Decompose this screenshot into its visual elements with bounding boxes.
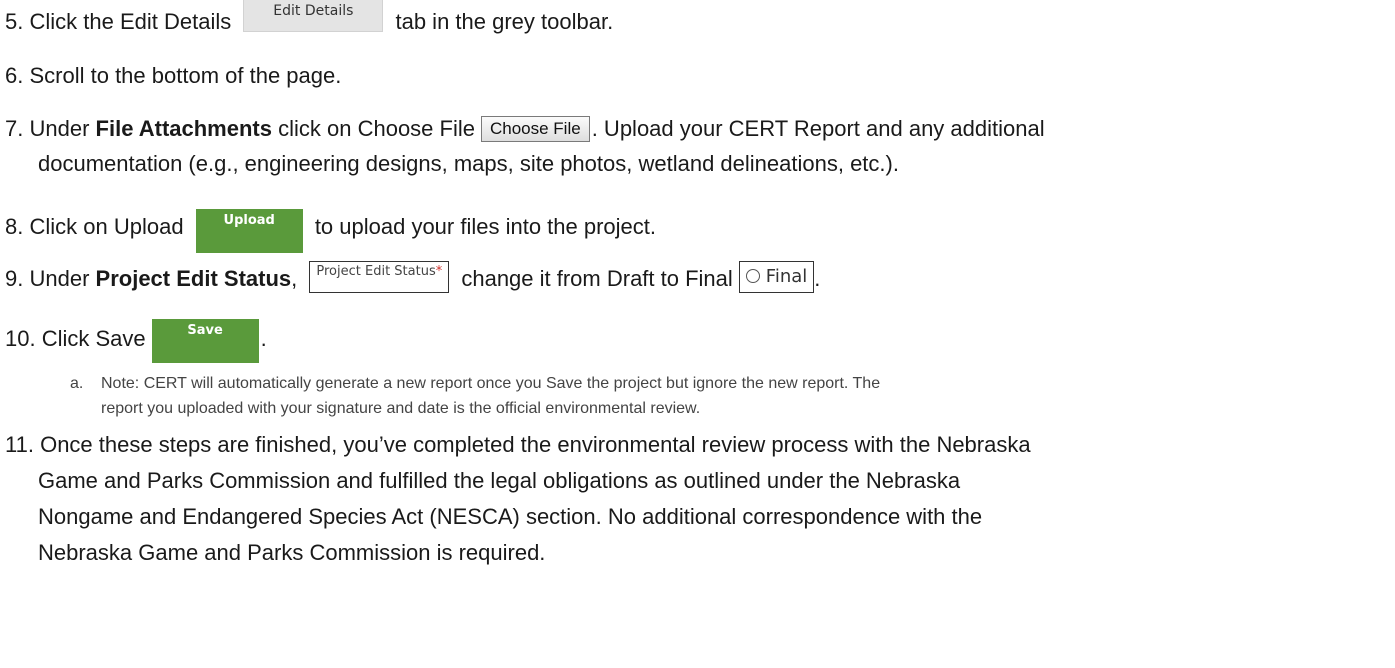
field-label: Project Edit Status: [316, 264, 436, 279]
step-text: Once these steps are finished, you’ve co…: [40, 432, 1031, 457]
step-text: Under: [29, 116, 90, 141]
step-6: 6. Scroll to the bottom of the page.: [5, 62, 341, 90]
step-text: Scroll to the bottom of the page.: [29, 63, 342, 88]
step-7: 7. Under File Attachments click on Choos…: [5, 115, 1045, 144]
step-text: to upload your files into the project.: [314, 214, 657, 239]
period: .: [814, 266, 821, 291]
step-11-line-2: Game and Parks Commission and fulfilled …: [38, 468, 961, 493]
note-marker: a.: [70, 375, 84, 392]
step-number: 11.: [5, 432, 34, 457]
step-text: tab in the grey toolbar.: [395, 9, 614, 34]
step-text: Under: [29, 266, 90, 291]
choose-file-button-image: Choose File: [480, 116, 590, 142]
step-text: change it from Draft to Final: [461, 266, 733, 291]
step-10: 10. Click Save Save.: [5, 319, 267, 375]
step-11-line-3: Nongame and Endangered Species Act (NESC…: [38, 504, 983, 529]
upload-button-image: Upload: [195, 209, 303, 253]
final-option-label: Final: [765, 266, 808, 287]
step-9: 9. Under Project Edit Status, Project Ed…: [5, 261, 821, 297]
step-number: 7.: [5, 116, 24, 141]
required-asterisk: *: [435, 264, 443, 279]
step-8: 8. Click on Upload Upload to upload your…: [5, 209, 657, 263]
step-text: . Upload your CERT Report and any additi…: [591, 116, 1045, 141]
step-text: Click the Edit Details: [29, 9, 232, 34]
step-text: click on Choose File: [278, 116, 475, 141]
final-radio-image: Final: [738, 261, 815, 293]
project-edit-status-label: Project Edit Status: [95, 266, 292, 291]
step-5: 5. Click the Edit Details Edit Details t…: [5, 0, 614, 40]
step-number: 10.: [5, 326, 36, 351]
radio-circle-icon: [745, 269, 760, 283]
step-text: Click Save: [41, 326, 146, 351]
note-line-2: report you uploaded with your signature …: [101, 400, 701, 417]
step-number: 5.: [5, 9, 24, 34]
step-11-line-4: Nebraska Game and Parks Commission is re…: [38, 540, 546, 565]
edit-details-tab-image: Edit Details: [243, 0, 384, 32]
step-number: 9.: [5, 266, 24, 291]
step-number: 8.: [5, 214, 24, 239]
project-edit-status-field-image: Project Edit Status*: [309, 261, 450, 293]
step-text: Click on Upload: [29, 214, 184, 239]
step-11: 11. Once these steps are finished, you’v…: [5, 431, 1031, 459]
period: .: [260, 326, 267, 351]
file-attachments-label: File Attachments: [95, 116, 272, 141]
step-number: 6.: [5, 63, 24, 88]
save-button-image: Save: [151, 319, 259, 363]
step-7-continuation: documentation (e.g., engineering designs…: [38, 151, 899, 176]
note-line-1: Note: CERT will automatically generate a…: [101, 375, 881, 392]
comma: ,: [291, 266, 298, 291]
